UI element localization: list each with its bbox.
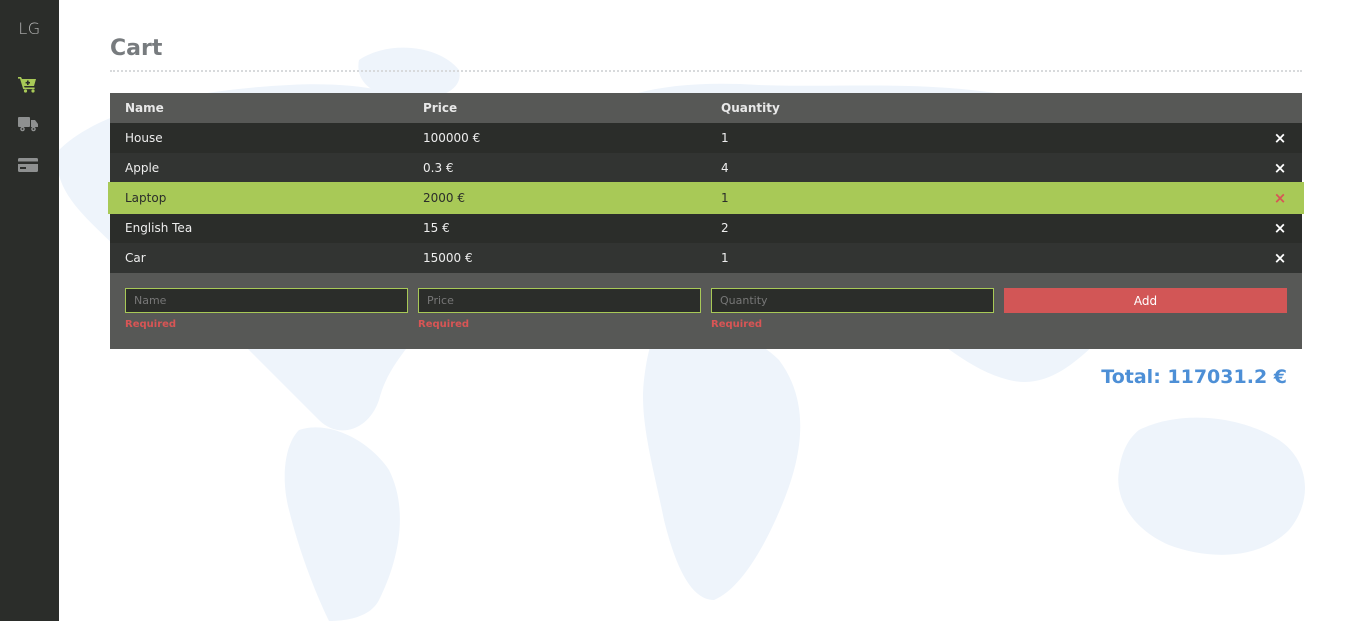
name-required-error: Required: [125, 319, 177, 330]
row-quantity: 1: [721, 131, 729, 145]
price-input[interactable]: [418, 288, 701, 313]
table-row[interactable]: Apple 0.3 € 4 ×: [110, 153, 1302, 183]
delete-icon[interactable]: ×: [1274, 130, 1287, 146]
credit-card-icon[interactable]: [17, 156, 39, 174]
table-row[interactable]: Car 15000 € 1 ×: [110, 243, 1302, 273]
row-name: Car: [125, 251, 146, 265]
app-logo[interactable]: LG: [0, 19, 59, 38]
row-price: 15 €: [423, 221, 450, 235]
truck-icon[interactable]: [17, 115, 39, 133]
delete-icon[interactable]: ×: [1274, 250, 1287, 266]
delete-icon[interactable]: ×: [1274, 190, 1287, 206]
row-name: English Tea: [125, 221, 193, 235]
cart-table: Name Price Quantity House 100000 € 1 × A…: [108, 93, 1304, 349]
row-quantity: 2: [721, 221, 729, 235]
cart-total: Total: 117031.2 €: [1101, 366, 1287, 388]
row-quantity: 1: [721, 191, 729, 205]
delete-icon[interactable]: ×: [1274, 160, 1287, 176]
sidebar: LG: [0, 0, 59, 621]
cart-icon[interactable]: [17, 75, 39, 93]
table-row[interactable]: English Tea 15 € 2 ×: [110, 213, 1302, 243]
column-header-name[interactable]: Name: [125, 93, 164, 123]
row-name: Apple: [125, 161, 160, 175]
row-price: 100000 €: [423, 131, 481, 145]
page-title: Cart: [110, 36, 163, 61]
row-price: 2000 €: [423, 191, 465, 205]
title-divider: [110, 70, 1302, 72]
row-name: Laptop: [125, 191, 167, 205]
row-quantity: 4: [721, 161, 729, 175]
column-header-price[interactable]: Price: [423, 93, 457, 123]
add-item-form: Add Required Required Required: [110, 273, 1302, 349]
row-price: 0.3 €: [423, 161, 454, 175]
table-row[interactable]: House 100000 € 1 ×: [110, 123, 1302, 153]
table-row-selected[interactable]: Laptop 2000 € 1 ×: [108, 182, 1304, 214]
table-header: Name Price Quantity: [110, 93, 1302, 123]
column-header-quantity[interactable]: Quantity: [721, 93, 780, 123]
row-name: House: [125, 131, 163, 145]
quantity-required-error: Required: [711, 319, 763, 330]
delete-icon[interactable]: ×: [1274, 220, 1287, 236]
price-required-error: Required: [418, 319, 470, 330]
name-input[interactable]: [125, 288, 408, 313]
row-price: 15000 €: [423, 251, 473, 265]
quantity-input[interactable]: [711, 288, 994, 313]
row-quantity: 1: [721, 251, 729, 265]
add-button[interactable]: Add: [1004, 288, 1287, 313]
